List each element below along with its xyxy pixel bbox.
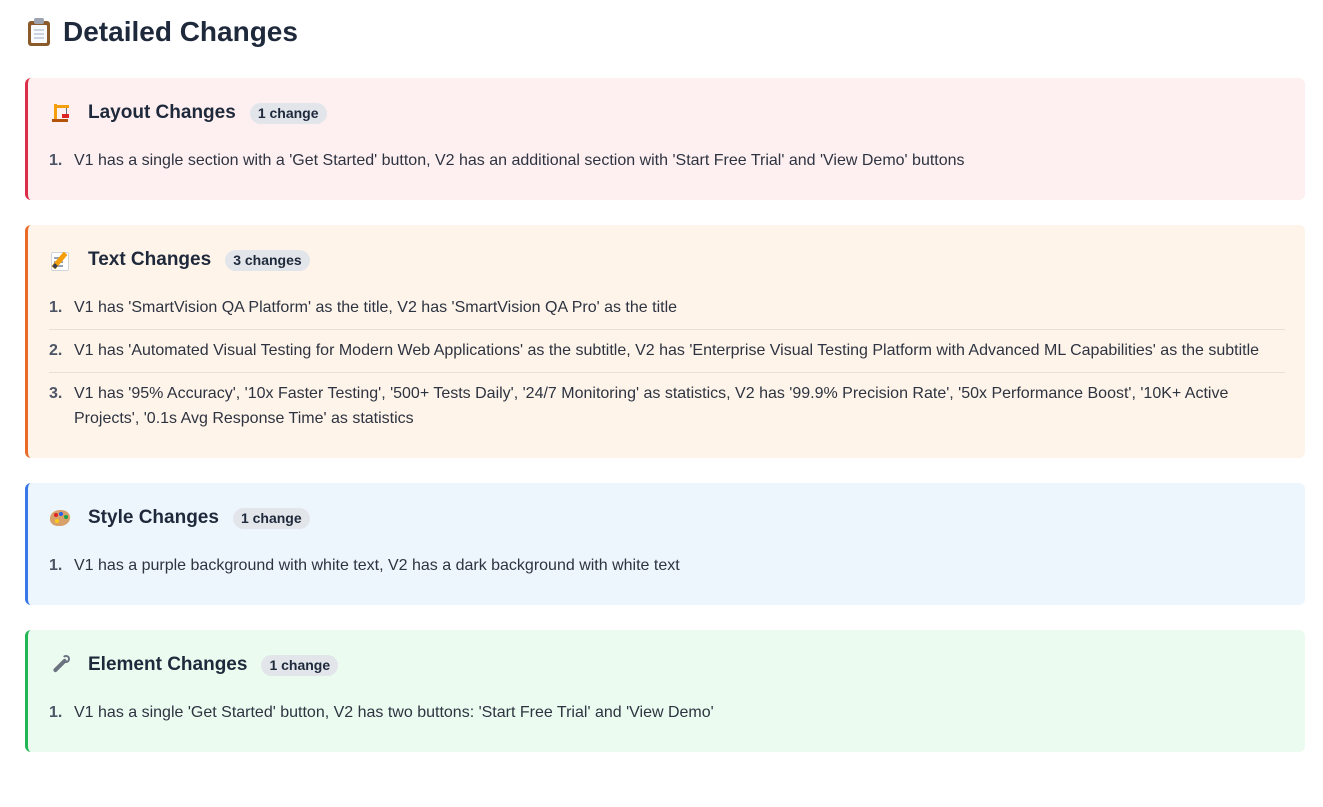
card-header: Style Changes 1 change (49, 483, 1285, 553)
page-title: Detailed Changes (25, 14, 1305, 50)
item-number: 2. (49, 342, 63, 359)
list-item: 1. V1 has 'SmartVision QA Platform' as t… (49, 295, 1285, 329)
card-title: Text Changes (88, 249, 212, 270)
card-title: Element Changes (88, 654, 248, 675)
item-number: 1. (49, 557, 63, 574)
change-count-badge: 3 changes (225, 249, 310, 271)
change-list: 1. V1 has a purple background with white… (49, 553, 1285, 605)
text-changes-card: Text Changes 3 changes 1. V1 has 'SmartV… (25, 225, 1305, 458)
item-text: V1 has a purple background with white te… (74, 557, 680, 574)
list-item: 3. V1 has '95% Accuracy', '10x Faster Te… (49, 372, 1285, 458)
change-count-badge: 1 change (261, 654, 339, 676)
item-text: V1 has a single 'Get Started' button, V2… (74, 704, 714, 721)
item-number: 1. (49, 299, 63, 316)
list-item: 1. V1 has a single section with a 'Get S… (49, 148, 1285, 200)
item-number: 1. (49, 704, 63, 721)
list-item: 1. V1 has a single 'Get Started' button,… (49, 700, 1285, 752)
card-title: Style Changes (88, 507, 219, 528)
list-item: 2. V1 has 'Automated Visual Testing for … (49, 329, 1285, 372)
construction-crane-icon (49, 102, 71, 124)
card-title: Layout Changes (88, 102, 236, 123)
change-list: 1. V1 has 'SmartVision QA Platform' as t… (49, 295, 1285, 458)
page-title-text: Detailed Changes (63, 16, 298, 47)
card-header: Text Changes 3 changes (49, 225, 1285, 295)
item-text: V1 has 'Automated Visual Testing for Mod… (74, 342, 1260, 359)
detailed-changes-page: Detailed Changes Layout Changes 1 change… (0, 0, 1323, 752)
item-text: V1 has 'SmartVision QA Platform' as the … (74, 299, 678, 316)
item-text: V1 has '95% Accuracy', '10x Faster Testi… (74, 385, 1229, 427)
change-list: 1. V1 has a single 'Get Started' button,… (49, 700, 1285, 752)
element-changes-card: Element Changes 1 change 1. V1 has a sin… (25, 630, 1305, 752)
memo-icon (49, 249, 71, 271)
style-changes-card: Style Changes 1 change 1. V1 has a purpl… (25, 483, 1305, 605)
list-item: 1. V1 has a purple background with white… (49, 553, 1285, 605)
item-number: 3. (49, 385, 63, 402)
card-header: Element Changes 1 change (49, 630, 1285, 700)
clipboard-icon (25, 17, 53, 47)
palette-icon (49, 507, 71, 529)
change-count-badge: 1 change (249, 102, 327, 124)
wrench-icon (49, 654, 71, 676)
item-text: V1 has a single section with a 'Get Star… (74, 152, 965, 169)
item-number: 1. (49, 152, 63, 169)
layout-changes-card: Layout Changes 1 change 1. V1 has a sing… (25, 78, 1305, 200)
change-list: 1. V1 has a single section with a 'Get S… (49, 148, 1285, 200)
card-header: Layout Changes 1 change (49, 78, 1285, 148)
change-count-badge: 1 change (232, 507, 310, 529)
